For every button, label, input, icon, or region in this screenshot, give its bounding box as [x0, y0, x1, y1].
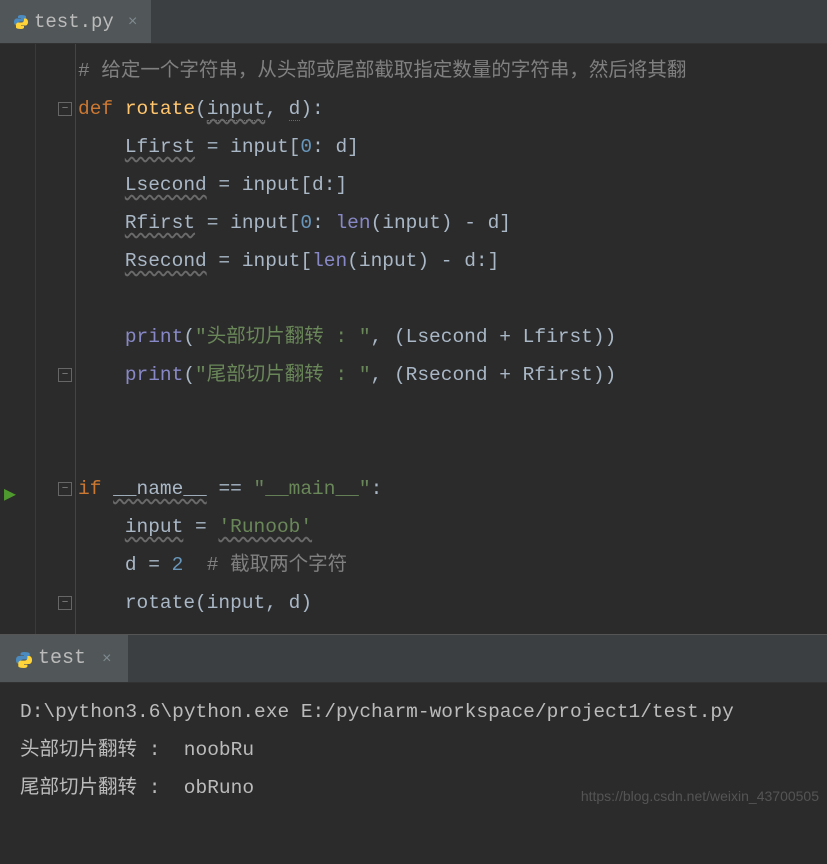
line-gutter: ▶ [0, 44, 36, 634]
terminal-pane: test × D:\python3.6\python.exe E:/pychar… [0, 634, 827, 819]
terminal-output[interactable]: D:\python3.6\python.exe E:/pycharm-works… [0, 683, 827, 819]
editor-tab-label: test.py [34, 11, 114, 33]
fold-icon[interactable]: − [58, 482, 72, 496]
terminal-line: 头部切片翻转 : noobRu [20, 739, 254, 761]
close-icon[interactable]: × [102, 650, 112, 668]
terminal-tab-test[interactable]: test × [0, 635, 128, 682]
terminal-line: 尾部切片翻转 : obRuno [20, 777, 254, 799]
fold-icon[interactable]: − [58, 368, 72, 382]
python-file-icon [14, 15, 28, 29]
python-run-icon [16, 652, 30, 666]
terminal-tab-label: test [38, 647, 86, 670]
fold-icon[interactable]: − [58, 596, 72, 610]
terminal-line: D:\python3.6\python.exe E:/pycharm-works… [20, 701, 734, 723]
run-line-icon[interactable]: ▶ [4, 481, 16, 507]
editor-tab-bar: test.py × [0, 0, 827, 44]
terminal-tab-bar: test × [0, 635, 827, 683]
editor-tab-testpy[interactable]: test.py × [0, 0, 151, 43]
code-comment: # 给定一个字符串，从头部或尾部截取指定数量的字符串，然后将其翻 [78, 60, 686, 82]
editor-pane: test.py × ▶ − − − − # 给定一个字符串，从头部或尾部截取指定… [0, 0, 827, 634]
fold-column: − − − − [36, 44, 76, 634]
fold-icon[interactable]: − [58, 102, 72, 116]
code-content[interactable]: # 给定一个字符串，从头部或尾部截取指定数量的字符串，然后将其翻 def rot… [76, 44, 686, 634]
watermark: https://blog.csdn.net/weixin_43700505 [581, 777, 819, 815]
code-area[interactable]: ▶ − − − − # 给定一个字符串，从头部或尾部截取指定数量的字符串，然后将… [0, 44, 827, 634]
close-icon[interactable]: × [128, 13, 138, 31]
